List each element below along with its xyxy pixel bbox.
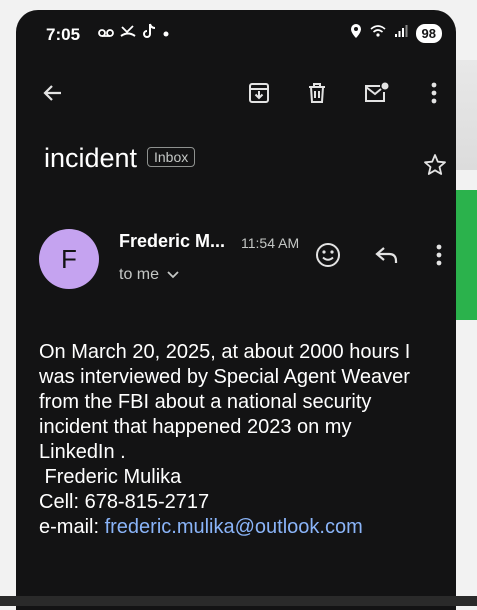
email-link[interactable]: frederic.mulika@outlook.com xyxy=(105,516,363,538)
signature-name: Frederic Mulika xyxy=(39,466,182,488)
email-toolbar xyxy=(16,70,456,118)
sender-name[interactable]: Frederic M... xyxy=(119,231,225,252)
body-line: On March 20, 2025, at about 2000 hours I xyxy=(39,341,411,363)
body-line: LinkedIn . xyxy=(39,441,126,463)
email-time: 11:54 AM xyxy=(241,235,300,251)
body-line: was interviewed by Special Agent Weaver xyxy=(39,366,410,388)
location-icon xyxy=(350,23,362,44)
star-button[interactable] xyxy=(423,153,447,182)
wifi-icon xyxy=(370,24,386,43)
archive-icon xyxy=(249,83,269,103)
back-button[interactable] xyxy=(36,76,70,110)
signature-email: e-mail: frederic.mulika@outlook.com xyxy=(39,515,449,540)
status-bar: 7:05 98 xyxy=(16,10,456,54)
bottom-edge xyxy=(0,596,477,606)
body-line: from the FBI about a national security xyxy=(39,391,372,413)
tiktok-icon xyxy=(142,23,156,43)
signal-icon xyxy=(394,24,408,43)
recipient-label: to me xyxy=(119,266,160,283)
status-left-icons xyxy=(98,23,170,43)
signature-cell: Cell: 678-815-2717 xyxy=(39,491,210,513)
status-time: 7:05 xyxy=(46,25,81,44)
reply-icon xyxy=(375,247,398,263)
chevron-down-icon xyxy=(167,271,179,279)
body-line: incident that happened 2023 on my xyxy=(39,416,352,438)
email-label: e-mail: xyxy=(39,516,105,538)
phone-screen: 7:05 98 incident Inbox F Frederic M... 1… xyxy=(16,10,456,610)
archive-button[interactable] xyxy=(242,76,276,110)
star-icon xyxy=(424,154,446,175)
delete-icon xyxy=(309,83,325,103)
message-more-button[interactable] xyxy=(423,239,455,271)
emoji-icon xyxy=(316,243,340,267)
battery-indicator: 98 xyxy=(415,24,442,43)
missed-call-icon xyxy=(120,24,136,42)
email-body: On March 20, 2025, at about 2000 hours I… xyxy=(39,340,449,540)
mark-unread-button[interactable] xyxy=(360,76,394,110)
more-options-button[interactable] xyxy=(417,76,451,110)
more-icon xyxy=(436,244,442,266)
email-subject: incident xyxy=(44,143,138,173)
react-emoji-button[interactable] xyxy=(312,239,344,271)
reply-button[interactable] xyxy=(371,239,403,271)
dot-icon xyxy=(162,25,170,42)
recipient-details[interactable]: to me xyxy=(119,266,179,284)
inbox-label[interactable]: Inbox xyxy=(147,147,196,167)
status-right-icons: 98 xyxy=(350,23,442,44)
voicemail-icon xyxy=(98,25,114,42)
sender-avatar[interactable]: F xyxy=(39,229,99,289)
back-icon xyxy=(43,85,61,101)
more-icon xyxy=(431,82,437,104)
delete-button[interactable] xyxy=(300,76,334,110)
mark-unread-icon xyxy=(365,82,389,102)
